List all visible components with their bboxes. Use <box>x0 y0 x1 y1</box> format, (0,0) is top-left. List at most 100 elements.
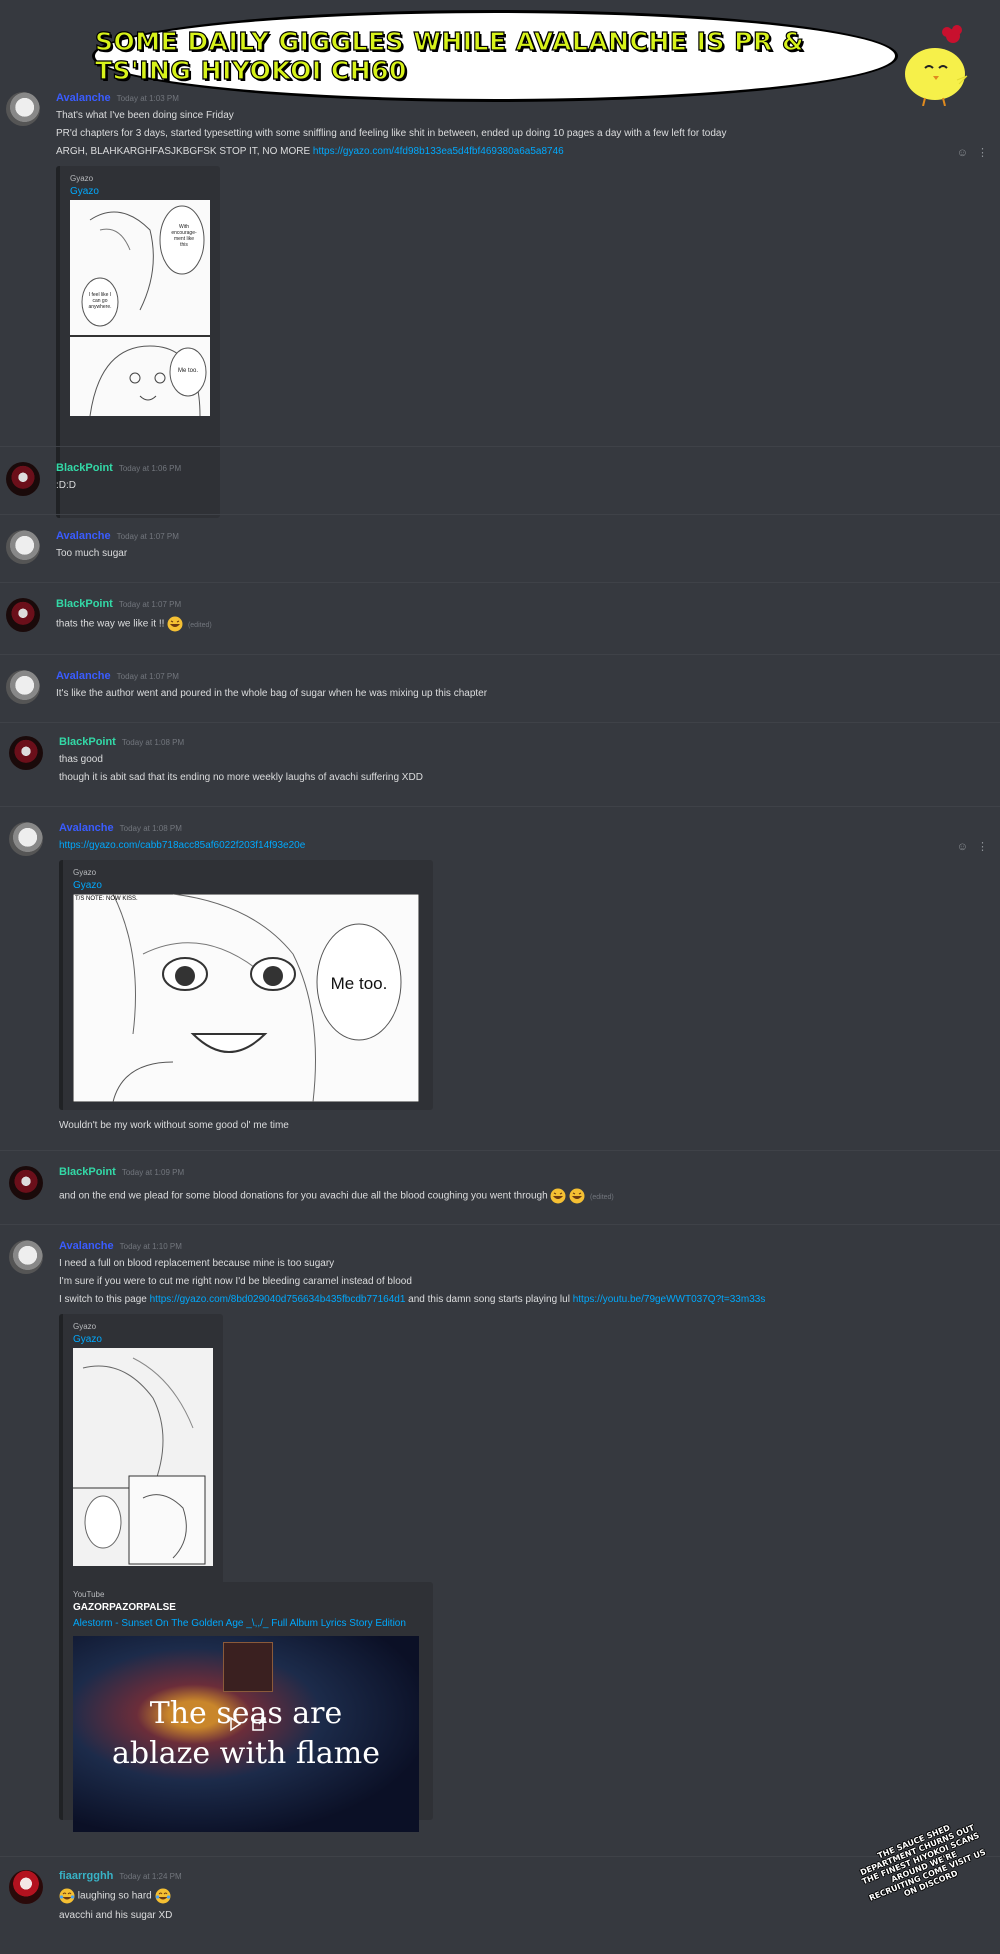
gyazo-link[interactable]: https://gyazo.com/cabb718acc85af6022f203… <box>59 840 305 851</box>
message-text: avacchi and his sugar XD <box>59 1910 173 1921</box>
embed-author[interactable]: GAZORPAZORPALSE <box>73 1602 176 1613</box>
author-name[interactable]: Avalanche <box>56 92 111 104</box>
avatar[interactable] <box>9 736 43 770</box>
title-banner: SOME DAILY GIGGLES WHILE AVALANCHE IS PR… <box>92 10 898 102</box>
message-header: Avalanche Today at 1:10 PM <box>59 1240 182 1252</box>
message-text: and on the end we plead for some blood d… <box>59 1188 614 1204</box>
message-header: BlackPoint Today at 1:06 PM <box>56 462 181 474</box>
speech-bubble: I feel like I can go anywhere. <box>88 292 112 310</box>
message-text: laughing so hard <box>59 1888 171 1904</box>
grinning-emoji-icon <box>569 1188 585 1204</box>
author-name[interactable]: BlackPoint <box>56 598 113 610</box>
embed-title[interactable]: Gyazo <box>70 186 99 197</box>
message-actions: ☺ ⋮ <box>957 840 988 853</box>
message-header: Avalanche Today at 1:08 PM <box>59 822 182 834</box>
external-link-icon[interactable] <box>251 1716 267 1732</box>
play-icon[interactable] <box>227 1716 243 1732</box>
add-reaction-icon[interactable]: ☺ <box>957 841 968 853</box>
divider <box>0 806 1000 807</box>
embed-provider: Gyazo <box>73 868 97 877</box>
timestamp: Today at 1:08 PM <box>119 824 182 833</box>
author-name[interactable]: BlackPoint <box>56 462 113 474</box>
speech-bubble: Me too. <box>177 368 198 374</box>
divider <box>0 1150 1000 1151</box>
youtube-link[interactable]: https://youtu.be/79geWWT037Q?t=33m33s <box>573 1294 766 1305</box>
more-options-icon[interactable]: ⋮ <box>977 841 988 853</box>
avatar[interactable] <box>6 670 40 704</box>
divider <box>0 1224 1000 1225</box>
author-name[interactable]: Avalanche <box>59 1240 114 1252</box>
message-text: thats the way we like it !! (edited) <box>56 616 212 632</box>
more-options-icon[interactable]: ⋮ <box>977 147 988 159</box>
avatar[interactable] <box>9 1240 43 1274</box>
speech-bubble: Me too. <box>330 974 388 993</box>
add-reaction-icon[interactable]: ☺ <box>957 147 968 159</box>
gyazo-embed: Gyazo Gyazo T/S NOTE: NOW KISS. Me too. <box>59 860 433 1110</box>
timestamp: Today at 1:09 PM <box>121 1168 185 1177</box>
timestamp: Today at 1:24 PM <box>119 1872 182 1881</box>
message-text: Too much sugar <box>56 548 128 559</box>
author-name[interactable]: BlackPoint <box>59 1166 116 1178</box>
message-text-span: and this damn song starts playing lul <box>408 1294 570 1305</box>
author-name[interactable]: BlackPoint <box>59 736 116 748</box>
timestamp: Today at 1:07 PM <box>116 532 179 541</box>
message-header: fiaarrgghh Today at 1:24 PM <box>59 1870 182 1882</box>
grinning-emoji-icon <box>550 1188 566 1204</box>
avatar[interactable] <box>6 92 40 126</box>
divider <box>0 514 1000 515</box>
message-text: That's what I've been doing since Friday <box>56 110 234 121</box>
timestamp: Today at 1:06 PM <box>118 464 182 473</box>
message-text: :D:D <box>56 480 76 491</box>
timestamp: Today at 1:03 PM <box>116 94 179 103</box>
embed-image[interactable]: T/S NOTE: NOW KISS. Me too. <box>73 894 419 1102</box>
translator-note: T/S NOTE: NOW KISS. <box>75 896 138 902</box>
avatar[interactable] <box>6 598 40 632</box>
message-text-span: I switch to this page <box>59 1294 147 1305</box>
divider <box>0 446 1000 447</box>
divider <box>0 582 1000 583</box>
divider <box>0 654 1000 655</box>
chick-mascot-icon <box>905 25 968 106</box>
author-name[interactable]: Avalanche <box>56 530 111 542</box>
author-name[interactable]: Avalanche <box>56 670 111 682</box>
embed-title[interactable]: Gyazo <box>73 1334 102 1345</box>
embed-image[interactable]: With encourage-ment like this I feel lik… <box>70 200 210 416</box>
embed-provider: Gyazo <box>73 1322 97 1331</box>
avatar[interactable] <box>9 1870 43 1904</box>
divider <box>0 1856 1000 1857</box>
avatar[interactable] <box>6 462 40 496</box>
message-text-span: ARGH, BLAHKARGHFASJKBGFSK STOP IT, NO MO… <box>56 146 311 157</box>
author-name[interactable]: Avalanche <box>59 822 114 834</box>
divider <box>0 722 1000 723</box>
message-text: thas good <box>59 754 103 765</box>
gyazo-link[interactable]: https://gyazo.com/4fd98b133ea5d4fbf46938… <box>313 146 564 157</box>
speech-bubble: With encourage-ment like this <box>171 224 197 248</box>
avatar[interactable] <box>6 530 40 564</box>
embed-title[interactable]: Alestorm - Sunset On The Golden Age _\,,… <box>73 1618 406 1629</box>
embed-image[interactable] <box>73 1348 213 1566</box>
edited-label: (edited) <box>590 1193 614 1201</box>
edited-label: (edited) <box>187 621 212 629</box>
timestamp: Today at 1:08 PM <box>121 738 185 747</box>
video-thumbnail[interactable]: The seas are ablaze with flame <box>73 1636 419 1832</box>
message-text-span: thats the way we like it !! <box>56 618 165 630</box>
message-text: I switch to this page https://gyazo.com/… <box>59 1294 765 1305</box>
avatar[interactable] <box>9 1166 43 1200</box>
video-caption: ablaze with flame <box>112 1736 380 1771</box>
embed-title[interactable]: Gyazo <box>73 880 102 891</box>
message-header: BlackPoint Today at 1:09 PM <box>59 1166 184 1178</box>
timestamp: Today at 1:07 PM <box>116 672 179 681</box>
timestamp: Today at 1:07 PM <box>118 600 182 609</box>
message-header: Avalanche Today at 1:07 PM <box>56 530 179 542</box>
message-actions: ☺ ⋮ <box>957 146 988 159</box>
message-text: Wouldn't be my work without some good ol… <box>59 1120 289 1131</box>
manga-panel-art <box>73 1348 213 1566</box>
message-header: Avalanche Today at 1:03 PM <box>56 92 179 104</box>
timestamp: Today at 1:10 PM <box>119 1242 182 1251</box>
avatar[interactable] <box>9 822 43 856</box>
gyazo-link[interactable]: https://gyazo.com/8bd029040d756634b435fb… <box>150 1294 406 1305</box>
message-header: BlackPoint Today at 1:07 PM <box>56 598 181 610</box>
video-controls <box>223 1716 271 1740</box>
message-header: Avalanche Today at 1:07 PM <box>56 670 179 682</box>
author-name[interactable]: fiaarrgghh <box>59 1870 113 1882</box>
